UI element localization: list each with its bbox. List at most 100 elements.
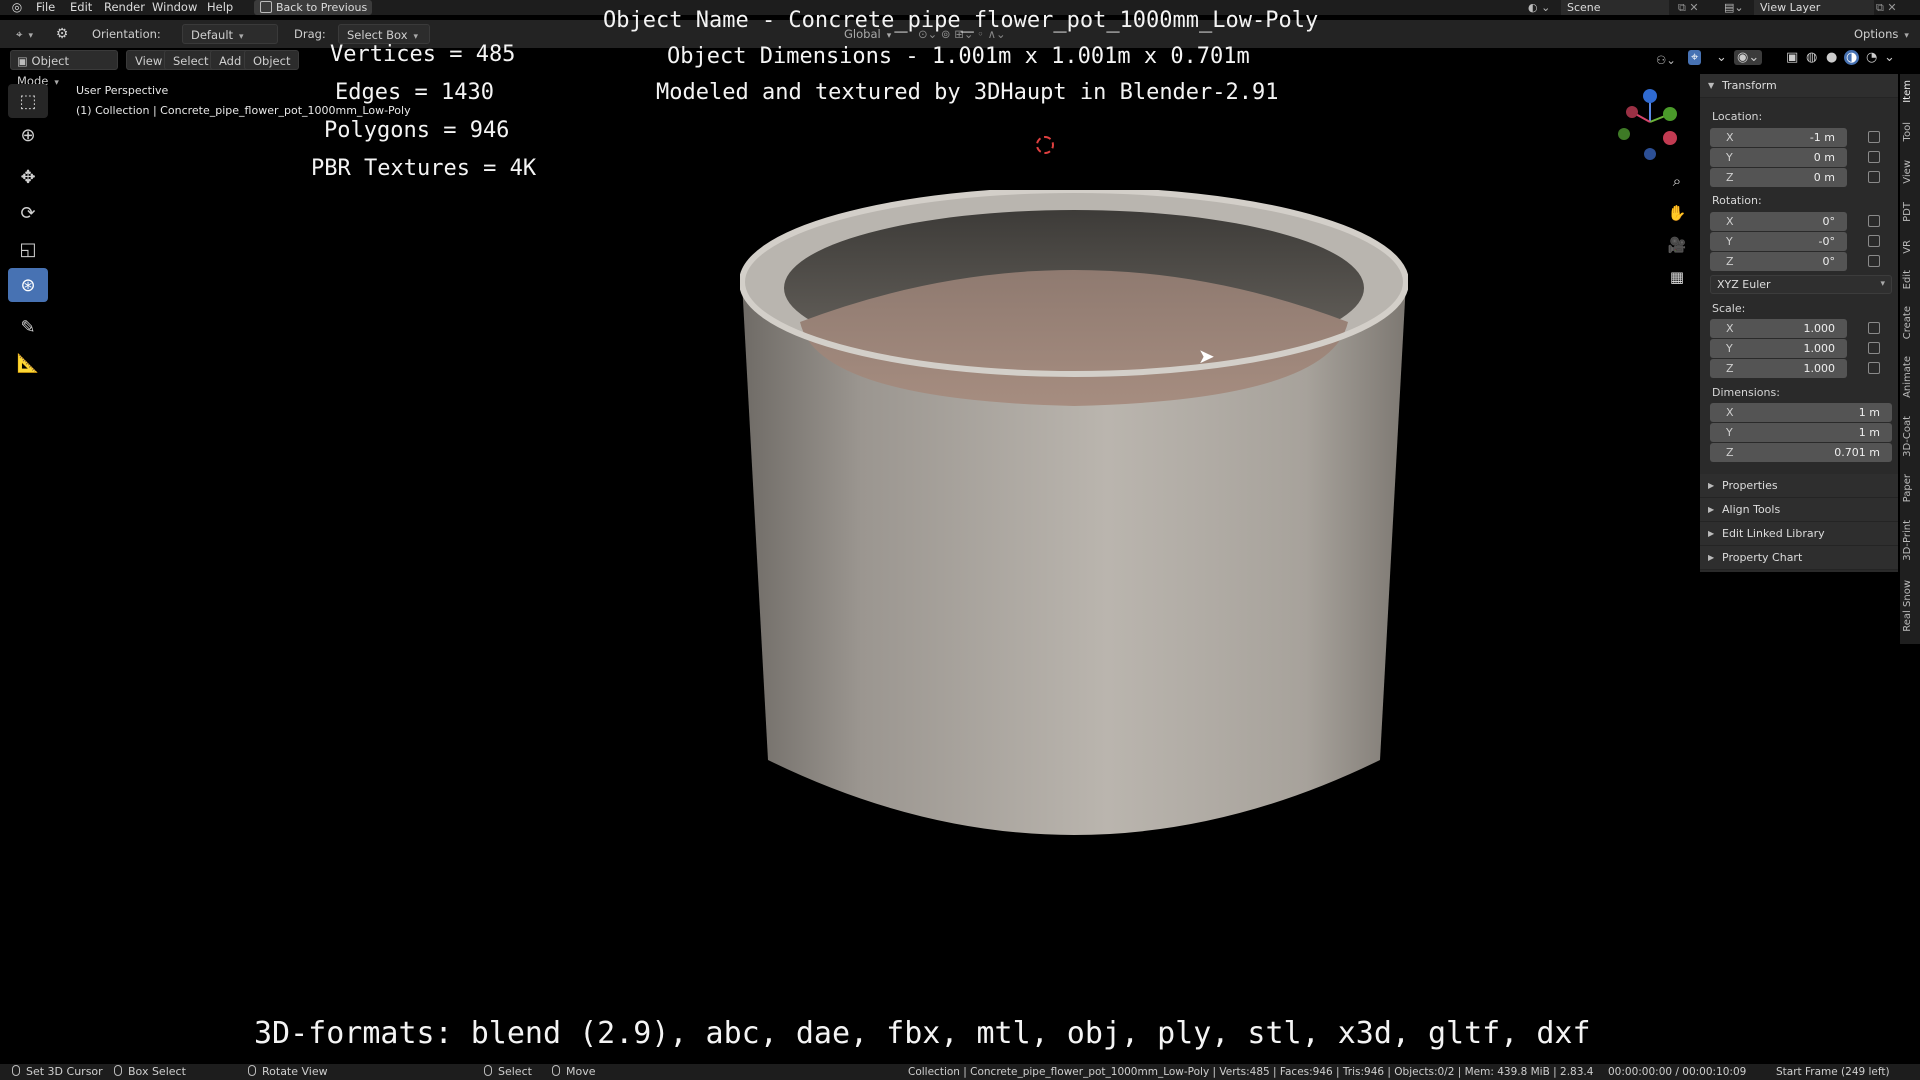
transform-title: Transform (1722, 79, 1777, 92)
align-tools-panel-header[interactable]: ▶ Align Tools (1700, 498, 1898, 522)
scale-label: Scale: (1712, 302, 1746, 315)
object-mode-dropdown[interactable]: ▣ Object Mode ▾ (10, 50, 118, 88)
cursor-tool-icon[interactable]: ⊕ (8, 118, 48, 152)
orientation-dropdown[interactable]: Default ▾ (182, 24, 278, 44)
drag-dropdown[interactable]: Select Box ▾ (338, 24, 430, 44)
dimension-z-field[interactable]: Z 0.701 m (1710, 443, 1892, 462)
pbr-textures-text: PBR Textures = 4K (311, 156, 537, 181)
camera-view-icon[interactable]: 🎥 (1664, 232, 1690, 258)
tab-pdt[interactable]: PDT (1902, 202, 1918, 222)
location-y-field[interactable]: Y 0 m (1710, 148, 1847, 167)
viewport-collection-label: (1) Collection | Concrete_pipe_flower_po… (76, 104, 411, 117)
transform-panel-header[interactable]: ▼ Transform (1700, 74, 1898, 98)
lock-icon[interactable] (1868, 235, 1880, 247)
properties-panel-header[interactable]: ▶ Properties (1700, 474, 1898, 498)
chevron-down-icon: ▾ (413, 32, 419, 42)
tab-animate[interactable]: Animate (1902, 356, 1918, 398)
rotation-z-field[interactable]: Z 0° (1710, 252, 1847, 271)
tab-edit[interactable]: Edit (1902, 270, 1918, 289)
wireframe-shading-icon[interactable]: ◍ (1806, 50, 1817, 65)
scale-z-field[interactable]: Z 1.000 (1710, 359, 1847, 378)
rendered-shading-icon[interactable]: ◔ (1866, 50, 1877, 65)
move-tool-icon[interactable]: ✥ (8, 160, 48, 194)
scene-icon[interactable]: ◐ ⌄ (1528, 0, 1550, 15)
back-to-previous-button[interactable]: Back to Previous (254, 0, 372, 15)
lock-icon[interactable] (1868, 131, 1880, 143)
blender-logo-icon[interactable]: ◎ (8, 0, 26, 15)
menu-edit[interactable]: Edit (68, 0, 94, 15)
status-set-cursor: Set 3D Cursor (12, 1064, 103, 1080)
perspective-grid-icon[interactable]: ▦ (1664, 264, 1690, 290)
dimension-x-value: 1 m (1858, 406, 1880, 419)
formats-text: 3D-formats: blend (2.9), abc, dae, fbx, … (254, 1016, 1591, 1051)
tab-view[interactable]: View (1902, 160, 1918, 184)
edges-count-text: Edges = 1430 (335, 80, 494, 105)
gizmo-dropdown-icon[interactable]: ⌄ (1716, 50, 1727, 65)
measure-tool-icon[interactable]: 📐 (8, 346, 48, 380)
tab-create[interactable]: Create (1902, 306, 1918, 339)
view-layer-field[interactable]: View Layer (1754, 0, 1874, 15)
lock-icon[interactable] (1868, 322, 1880, 334)
dimension-x-field[interactable]: X 1 m (1710, 403, 1892, 422)
concrete-pot-render[interactable] (740, 190, 1408, 860)
lock-icon[interactable] (1868, 362, 1880, 374)
menu-window[interactable]: Window (150, 0, 199, 15)
lock-icon[interactable] (1868, 151, 1880, 163)
menu-help[interactable]: Help (205, 0, 235, 15)
rotation-mode-dropdown[interactable]: XYZ Euler ▾ (1710, 275, 1892, 294)
menu-render[interactable]: Render (102, 0, 147, 15)
scale-tool-icon[interactable]: ◱ (8, 232, 48, 266)
options-dropdown[interactable]: Options ▾ (1846, 24, 1917, 44)
edit-linked-library-panel-header[interactable]: ▶ Edit Linked Library (1700, 522, 1898, 546)
scene-copy-icon[interactable]: ⧉ ✕ (1678, 0, 1699, 15)
transform-tool-icon[interactable]: ⊛ (8, 268, 48, 302)
property-chart-panel-header[interactable]: ▶ Property Chart (1700, 546, 1898, 570)
scale-x-field[interactable]: X 1.000 (1710, 319, 1847, 338)
material-shading-icon[interactable]: ◑ (1844, 50, 1860, 65)
rotation-y-field[interactable]: Y -0° (1710, 232, 1847, 251)
tab-3d-coat[interactable]: 3D-Coat (1902, 416, 1918, 457)
lock-icon[interactable] (1868, 215, 1880, 227)
lock-icon[interactable] (1868, 255, 1880, 267)
rotation-mode-value: XYZ Euler (1717, 278, 1771, 291)
scale-y-field[interactable]: Y 1.000 (1710, 339, 1847, 358)
tab-vr[interactable]: VR (1902, 240, 1918, 254)
status-select: Select (484, 1064, 532, 1080)
axis-label: Y (1726, 426, 1733, 439)
shading-dropdown-icon[interactable]: ⌄ (1884, 50, 1895, 65)
tab-paper[interactable]: Paper (1902, 474, 1918, 502)
tab-real-snow[interactable]: Real Snow (1902, 580, 1918, 632)
gizmo-toggle-icon[interactable]: ⌖ (1688, 50, 1702, 65)
3d-cursor-icon (1036, 136, 1054, 154)
editor-type-icon[interactable]: ⌖ ▾ (8, 24, 41, 44)
rotate-tool-icon[interactable]: ⟳ (8, 196, 48, 230)
rotation-x-field[interactable]: X 0° (1710, 212, 1847, 231)
lock-icon[interactable] (1868, 342, 1880, 354)
lock-icon[interactable] (1868, 171, 1880, 183)
pan-hand-icon[interactable]: ✋ (1664, 200, 1690, 226)
location-x-value: -1 m (1809, 131, 1835, 144)
tab-item[interactable]: Item (1902, 80, 1918, 103)
zoom-icon[interactable]: ⌕ (1664, 168, 1690, 194)
viewport-perspective-label: User Perspective (76, 84, 169, 97)
view-layer-copy-icon[interactable]: ⧉ ✕ (1876, 0, 1897, 15)
status-timecode: 00:00:00:00 / 00:00:10:09 (1608, 1066, 1747, 1078)
tab-3d-print[interactable]: 3D-Print (1902, 520, 1918, 561)
menu-object[interactable]: Object (244, 50, 300, 70)
xray-icon[interactable]: ▣ (1786, 50, 1798, 65)
annotate-tool-icon[interactable]: ✎ (8, 310, 48, 344)
select-box-tool-icon[interactable]: ⬚ (8, 84, 48, 118)
view-layer-icon[interactable]: ▤⌄ (1724, 0, 1744, 15)
location-label: Location: (1712, 110, 1763, 123)
scene-name-field[interactable]: Scene (1561, 0, 1669, 15)
menu-file[interactable]: File (34, 0, 57, 15)
location-x-field[interactable]: X -1 m (1710, 128, 1847, 147)
overlays-icon[interactable]: ◉⌄ (1734, 50, 1763, 65)
navigation-gizmo[interactable] (1612, 84, 1682, 160)
active-tool-icon[interactable]: ⚙ (50, 24, 74, 44)
dimension-y-field[interactable]: Y 1 m (1710, 423, 1892, 442)
visibility-icon[interactable]: ⚇⌄ (1648, 50, 1684, 70)
solid-shading-icon[interactable]: ● (1826, 50, 1837, 65)
location-z-field[interactable]: Z 0 m (1710, 168, 1847, 187)
tab-tool[interactable]: Tool (1902, 122, 1918, 141)
